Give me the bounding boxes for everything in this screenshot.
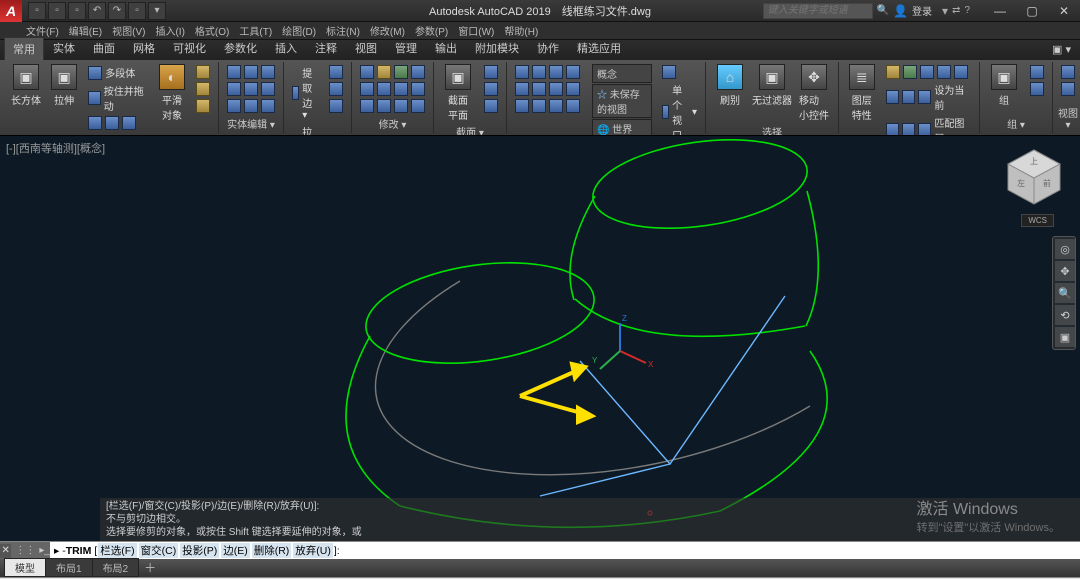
app-icon: A (0, 0, 22, 22)
nav-zoom-icon[interactable]: 🔍 (1055, 283, 1075, 303)
tab-annotate[interactable]: 注释 (306, 36, 346, 60)
box-button[interactable]: ▣长方体 (8, 64, 44, 107)
ribbon: ▣长方体 ▣拉伸 多段体 按住并拖动 ◐平滑 对象 建模 ▾ 实体编辑 ▾ (0, 60, 1080, 136)
layout-tab-1[interactable]: 布局1 (45, 558, 93, 577)
smooth-button[interactable]: ◐平滑 对象 (154, 64, 190, 122)
qat-more-icon[interactable]: ▾ (148, 2, 166, 20)
qat-undo-icon[interactable]: ↶ (88, 2, 106, 20)
tab-featured[interactable]: 精选应用 (568, 36, 630, 60)
tab-manage[interactable]: 管理 (386, 36, 426, 60)
group-button[interactable]: ▣组 (984, 64, 1024, 107)
extract-edges-button[interactable]: 提取边 ▾ (288, 64, 323, 122)
tab-view[interactable]: 视图 (346, 36, 386, 60)
qat-open-icon[interactable]: ▫ (48, 2, 66, 20)
layout-tabs: 模型 布局1 布局2 ＋ (0, 559, 1080, 577)
nav-bar: ◎ ✥ 🔍 ⟲ ▣ (1052, 236, 1076, 350)
command-input[interactable]: ▸ - TRIM [ 栏选(F) 窗交(C) 投影(P) 边(E) 删除(R) … (50, 542, 1080, 559)
command-line: ✕ ⋮⋮ ▸_ ▸ - TRIM [ 栏选(F) 窗交(C) 投影(P) 边(E… (0, 541, 1080, 559)
qat-print-icon[interactable]: ▫ (128, 2, 146, 20)
qat-redo-icon[interactable]: ↷ (108, 2, 126, 20)
tab-mesh[interactable]: 网格 (124, 36, 164, 60)
svg-text:上: 上 (1030, 157, 1038, 166)
svg-text:Z: Z (622, 314, 627, 323)
help-dd-icon[interactable]: ⇄ (952, 5, 960, 16)
tab-visualize[interactable]: 可视化 (164, 36, 215, 60)
viewport-config-button[interactable]: 单个视口▾ (658, 81, 701, 136)
svg-text:Y: Y (592, 356, 598, 365)
user-icon[interactable]: 👤 (893, 4, 908, 18)
revolve-button[interactable] (84, 115, 152, 131)
close-button[interactable]: ✕ (1048, 0, 1080, 22)
extrude-button[interactable]: ▣拉伸 (46, 64, 82, 107)
tab-insert[interactable]: 插入 (266, 36, 306, 60)
exchange-icon[interactable]: ▾ (942, 4, 948, 18)
cmd-close-icon[interactable]: ✕ (0, 544, 11, 558)
nav-showmotion-icon[interactable]: ▣ (1055, 327, 1075, 347)
extrude-face-button[interactable]: 拉伸面 ▾ (288, 123, 323, 136)
nav-orbit-icon[interactable]: ⟲ (1055, 305, 1075, 325)
tab-addins[interactable]: 附加模块 (466, 36, 528, 60)
section-plane-button[interactable]: ▣截面 平面 (438, 64, 478, 122)
polysolid-button[interactable]: 多段体 (84, 64, 152, 81)
nav-pan-icon[interactable]: ✥ (1055, 261, 1075, 281)
search-icon[interactable]: 🔍 (877, 5, 889, 16)
window-title: Autodesk AutoCAD 2019 线框练习文件.dwg (429, 3, 651, 19)
layout-add-button[interactable]: ＋ (138, 558, 162, 577)
tab-collab[interactable]: 协作 (528, 36, 568, 60)
tab-home[interactable]: 常用 (4, 37, 44, 60)
qat-new-icon[interactable]: ▫ (28, 2, 46, 20)
svg-text:前: 前 (1043, 178, 1051, 188)
tab-parametric[interactable]: 参数化 (215, 36, 266, 60)
move-gizmo-button[interactable]: ✥移动 小控件 (794, 64, 834, 122)
ribbon-tabs: 常用 实体 曲面 网格 可视化 参数化 插入 注释 视图 管理 输出 附加模块 … (0, 40, 1080, 60)
help-search-input[interactable] (763, 3, 873, 19)
qat-save-icon[interactable]: ▫ (68, 2, 86, 20)
layer-properties-button[interactable]: ≣图层 特性 (843, 64, 880, 122)
tab-solid[interactable]: 实体 (44, 36, 84, 60)
savedviews-dropdown[interactable]: ☆ 未保存的视图 (592, 84, 652, 118)
viewcube[interactable]: 上 左 前 (1004, 146, 1064, 206)
nofilter-button[interactable]: ▣无过滤器 (752, 64, 792, 107)
drawing-viewport[interactable]: [-][西南等轴测][概念] Z X Y (0, 136, 1080, 541)
maximize-button[interactable]: ▢ (1016, 0, 1048, 22)
presspull-button[interactable]: 按住并拖动 (84, 82, 152, 114)
svg-text:X: X (648, 360, 654, 369)
layout-tab-2[interactable]: 布局2 (92, 558, 140, 577)
help-icon[interactable]: ? (964, 5, 970, 16)
layout-tab-model[interactable]: 模型 (4, 558, 46, 577)
tab-output[interactable]: 输出 (426, 36, 466, 60)
tab-ribbon-toggle[interactable]: ▣ ▾ (1043, 39, 1080, 60)
visualstyle-dropdown[interactable]: 概念 (592, 64, 652, 83)
tab-surface[interactable]: 曲面 (84, 36, 124, 60)
brush-select-button[interactable]: ⌂刷别 (710, 64, 750, 107)
cmd-grip-icon[interactable]: ⋮⋮ (15, 545, 35, 556)
cmd-menu-icon[interactable]: ▸_ (39, 545, 50, 556)
ucs-dropdown[interactable]: 🌐 世界 (592, 119, 652, 136)
nav-wheel-icon[interactable]: ◎ (1055, 239, 1075, 259)
minimize-button[interactable]: — (984, 0, 1016, 22)
wcs-label[interactable]: WCS (1021, 214, 1054, 227)
svg-text:左: 左 (1017, 178, 1025, 188)
command-history: [栏选(F)/窗交(C)/投影(P)/边(E)/删除(R)/放弃(U)]: 不与… (100, 498, 1080, 541)
model-canvas[interactable]: Z X Y (0, 136, 1080, 541)
login-button[interactable]: 登录 (912, 3, 932, 18)
